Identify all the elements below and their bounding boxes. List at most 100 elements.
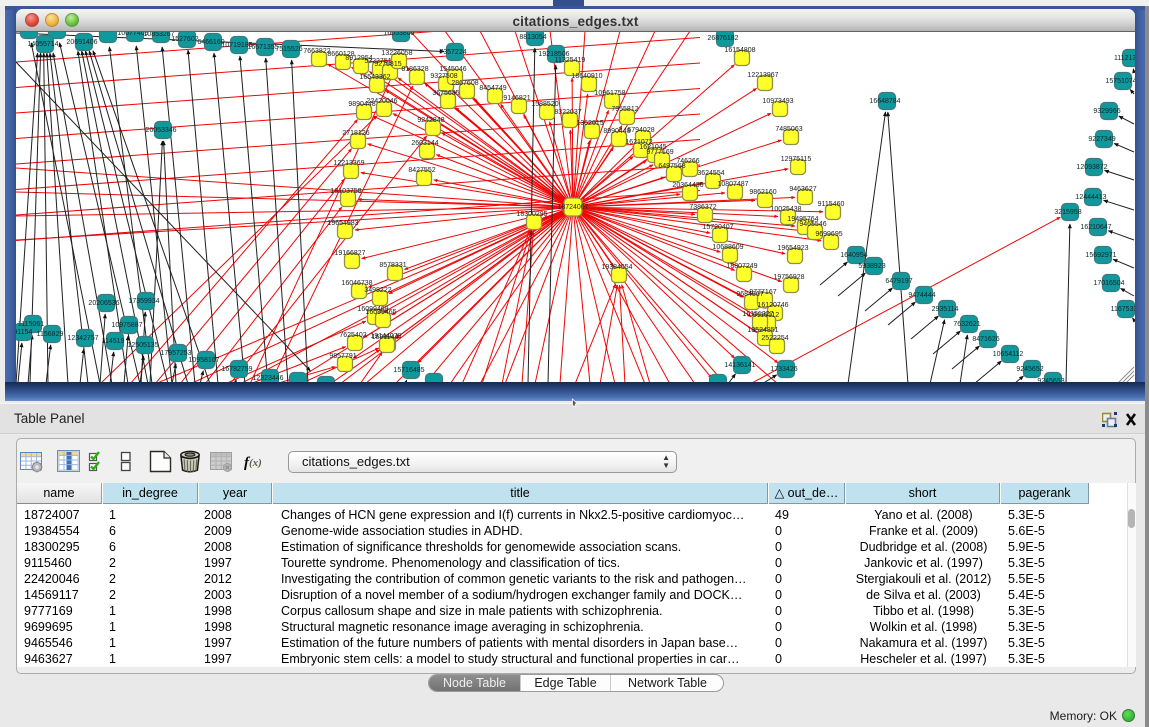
svg-text:12975115: 12975115 bbox=[781, 156, 812, 163]
svg-text:9777167: 9777167 bbox=[749, 289, 776, 296]
svg-text:3215958: 3215958 bbox=[1054, 209, 1081, 216]
svg-text:20364436: 20364436 bbox=[672, 182, 703, 189]
svg-text:15716485: 15716485 bbox=[393, 367, 424, 374]
svg-text:8471626: 8471626 bbox=[972, 336, 999, 343]
svg-text:15692971: 15692971 bbox=[1085, 252, 1116, 259]
svg-text:10025438: 10025438 bbox=[770, 206, 801, 213]
svg-text:18300295: 18300295 bbox=[516, 211, 547, 218]
svg-text:3675685: 3675685 bbox=[432, 90, 459, 97]
svg-text:1527602: 1527602 bbox=[171, 36, 198, 43]
svg-text:17359934: 17359934 bbox=[128, 298, 159, 305]
svg-text:12323446: 12323446 bbox=[252, 375, 283, 382]
svg-text:19384554: 19384554 bbox=[601, 264, 632, 271]
svg-text:13226058: 13226058 bbox=[381, 50, 412, 57]
svg-text:7632621: 7632621 bbox=[953, 321, 980, 328]
svg-text:16046738: 16046738 bbox=[341, 280, 372, 287]
svg-text:9857791: 9857791 bbox=[329, 353, 356, 360]
svg-text:16151327: 16151327 bbox=[742, 311, 773, 318]
svg-text:26876182: 26876182 bbox=[707, 35, 738, 42]
svg-text:12093872: 12093872 bbox=[1076, 164, 1107, 171]
svg-text:26053346: 26053346 bbox=[145, 127, 176, 134]
svg-text:114519: 114519 bbox=[102, 338, 125, 345]
svg-text:18103758: 18103758 bbox=[330, 188, 361, 195]
svg-text:7955812: 7955812 bbox=[611, 106, 638, 113]
svg-text:9474444: 9474444 bbox=[908, 292, 935, 299]
svg-text:16648784: 16648784 bbox=[869, 98, 900, 105]
svg-text:5938923: 5938923 bbox=[858, 263, 885, 270]
svg-text:20691406: 20691406 bbox=[66, 39, 97, 46]
svg-text:16671355: 16671355 bbox=[247, 44, 278, 51]
svg-text:1167533: 1167533 bbox=[1111, 306, 1135, 313]
svg-text:19654923: 19654923 bbox=[777, 245, 808, 252]
svg-text:16210647: 16210647 bbox=[1080, 224, 1111, 231]
svg-text:10654112: 10654112 bbox=[993, 351, 1024, 358]
svg-text:19166827: 19166827 bbox=[334, 250, 365, 257]
svg-text:2522254: 2522254 bbox=[761, 335, 788, 342]
svg-text:15751074: 15751074 bbox=[1105, 78, 1135, 85]
svg-text:18640910: 18640910 bbox=[571, 73, 602, 80]
svg-text:1640954: 1640954 bbox=[840, 252, 867, 259]
svg-text:1156829: 1156829 bbox=[37, 331, 64, 338]
svg-text:19756928: 19756928 bbox=[773, 274, 804, 281]
svg-text:9327508: 9327508 bbox=[430, 73, 457, 80]
svg-text:16782759: 16782759 bbox=[221, 366, 252, 373]
svg-text:16120746: 16120746 bbox=[757, 302, 788, 309]
svg-text:8322037: 8322037 bbox=[554, 109, 581, 116]
svg-text:9862160: 9862160 bbox=[749, 189, 776, 196]
svg-text:9777169: 9777169 bbox=[646, 149, 673, 156]
svg-text:12444413: 12444413 bbox=[1075, 194, 1106, 201]
svg-text:17957253: 17957253 bbox=[160, 350, 191, 357]
svg-text:746266: 746266 bbox=[676, 158, 699, 165]
svg-text:11121347: 11121347 bbox=[1114, 55, 1135, 62]
svg-text:6479197: 6479197 bbox=[885, 278, 912, 285]
svg-text:9245652: 9245652 bbox=[1016, 366, 1043, 373]
svg-text:10961758: 10961758 bbox=[594, 90, 625, 97]
svg-text:1115061: 1115061 bbox=[18, 321, 44, 328]
svg-text:1691144: 1691144 bbox=[372, 334, 399, 341]
svg-text:16543362: 16543362 bbox=[359, 74, 390, 81]
svg-text:9227349: 9227349 bbox=[1088, 136, 1115, 143]
svg-text:1545046: 1545046 bbox=[439, 66, 466, 73]
svg-text:15720407: 15720407 bbox=[702, 224, 733, 231]
svg-text:9275815: 9275815 bbox=[374, 61, 401, 68]
svg-text:14136141: 14136141 bbox=[724, 362, 755, 369]
svg-text:9245653: 9245653 bbox=[1037, 378, 1064, 382]
svg-text:9699695: 9699695 bbox=[815, 231, 842, 238]
svg-text:8454749: 8454749 bbox=[479, 85, 506, 92]
svg-text:12342757: 12342757 bbox=[67, 335, 98, 342]
svg-text:12505135: 12505135 bbox=[127, 342, 158, 349]
svg-text:10688609: 10688609 bbox=[712, 244, 743, 251]
svg-text:8427552: 8427552 bbox=[408, 167, 435, 174]
svg-text:9115460: 9115460 bbox=[818, 201, 845, 208]
svg-text:9463627: 9463627 bbox=[789, 186, 816, 193]
svg-text:16154808: 16154808 bbox=[724, 47, 755, 54]
svg-text:8578331: 8578331 bbox=[379, 262, 406, 269]
svg-text:16053809: 16053809 bbox=[383, 32, 414, 37]
svg-text:10975887: 10975887 bbox=[111, 322, 142, 329]
svg-text:10807487: 10807487 bbox=[717, 181, 748, 188]
svg-text:14055714: 14055714 bbox=[27, 41, 58, 48]
svg-text:1588520: 1588520 bbox=[531, 101, 558, 108]
svg-text:10853267: 10853267 bbox=[143, 32, 174, 38]
svg-text:16099465: 16099465 bbox=[365, 309, 396, 316]
svg-text:12213967: 12213967 bbox=[747, 72, 778, 79]
svg-text:12213369: 12213369 bbox=[333, 160, 364, 167]
svg-text:20206536: 20206536 bbox=[88, 300, 119, 307]
svg-text:2603144: 2603144 bbox=[411, 140, 438, 147]
svg-text:18524851: 18524851 bbox=[747, 327, 778, 334]
svg-text:18724007: 18724007 bbox=[557, 204, 588, 211]
svg-text:10958107: 10958107 bbox=[188, 357, 219, 364]
svg-text:9242848: 9242848 bbox=[417, 117, 444, 124]
svg-text:11325419: 11325419 bbox=[555, 57, 586, 64]
svg-text:19654983: 19654983 bbox=[327, 220, 358, 227]
svg-text:2935114: 2935114 bbox=[932, 306, 959, 313]
svg-text:6794028: 6794028 bbox=[627, 127, 654, 134]
svg-text:18807249: 18807249 bbox=[726, 263, 757, 270]
svg-text:(x): (x) bbox=[249, 457, 262, 469]
svg-text:9890448: 9890448 bbox=[348, 101, 375, 108]
svg-text:3624554: 3624554 bbox=[697, 170, 724, 177]
svg-text:7386372: 7386372 bbox=[689, 204, 716, 211]
svg-text:7357224: 7357224 bbox=[439, 49, 466, 56]
svg-text:2718126: 2718126 bbox=[342, 130, 369, 137]
svg-text:10973493: 10973493 bbox=[762, 98, 793, 105]
